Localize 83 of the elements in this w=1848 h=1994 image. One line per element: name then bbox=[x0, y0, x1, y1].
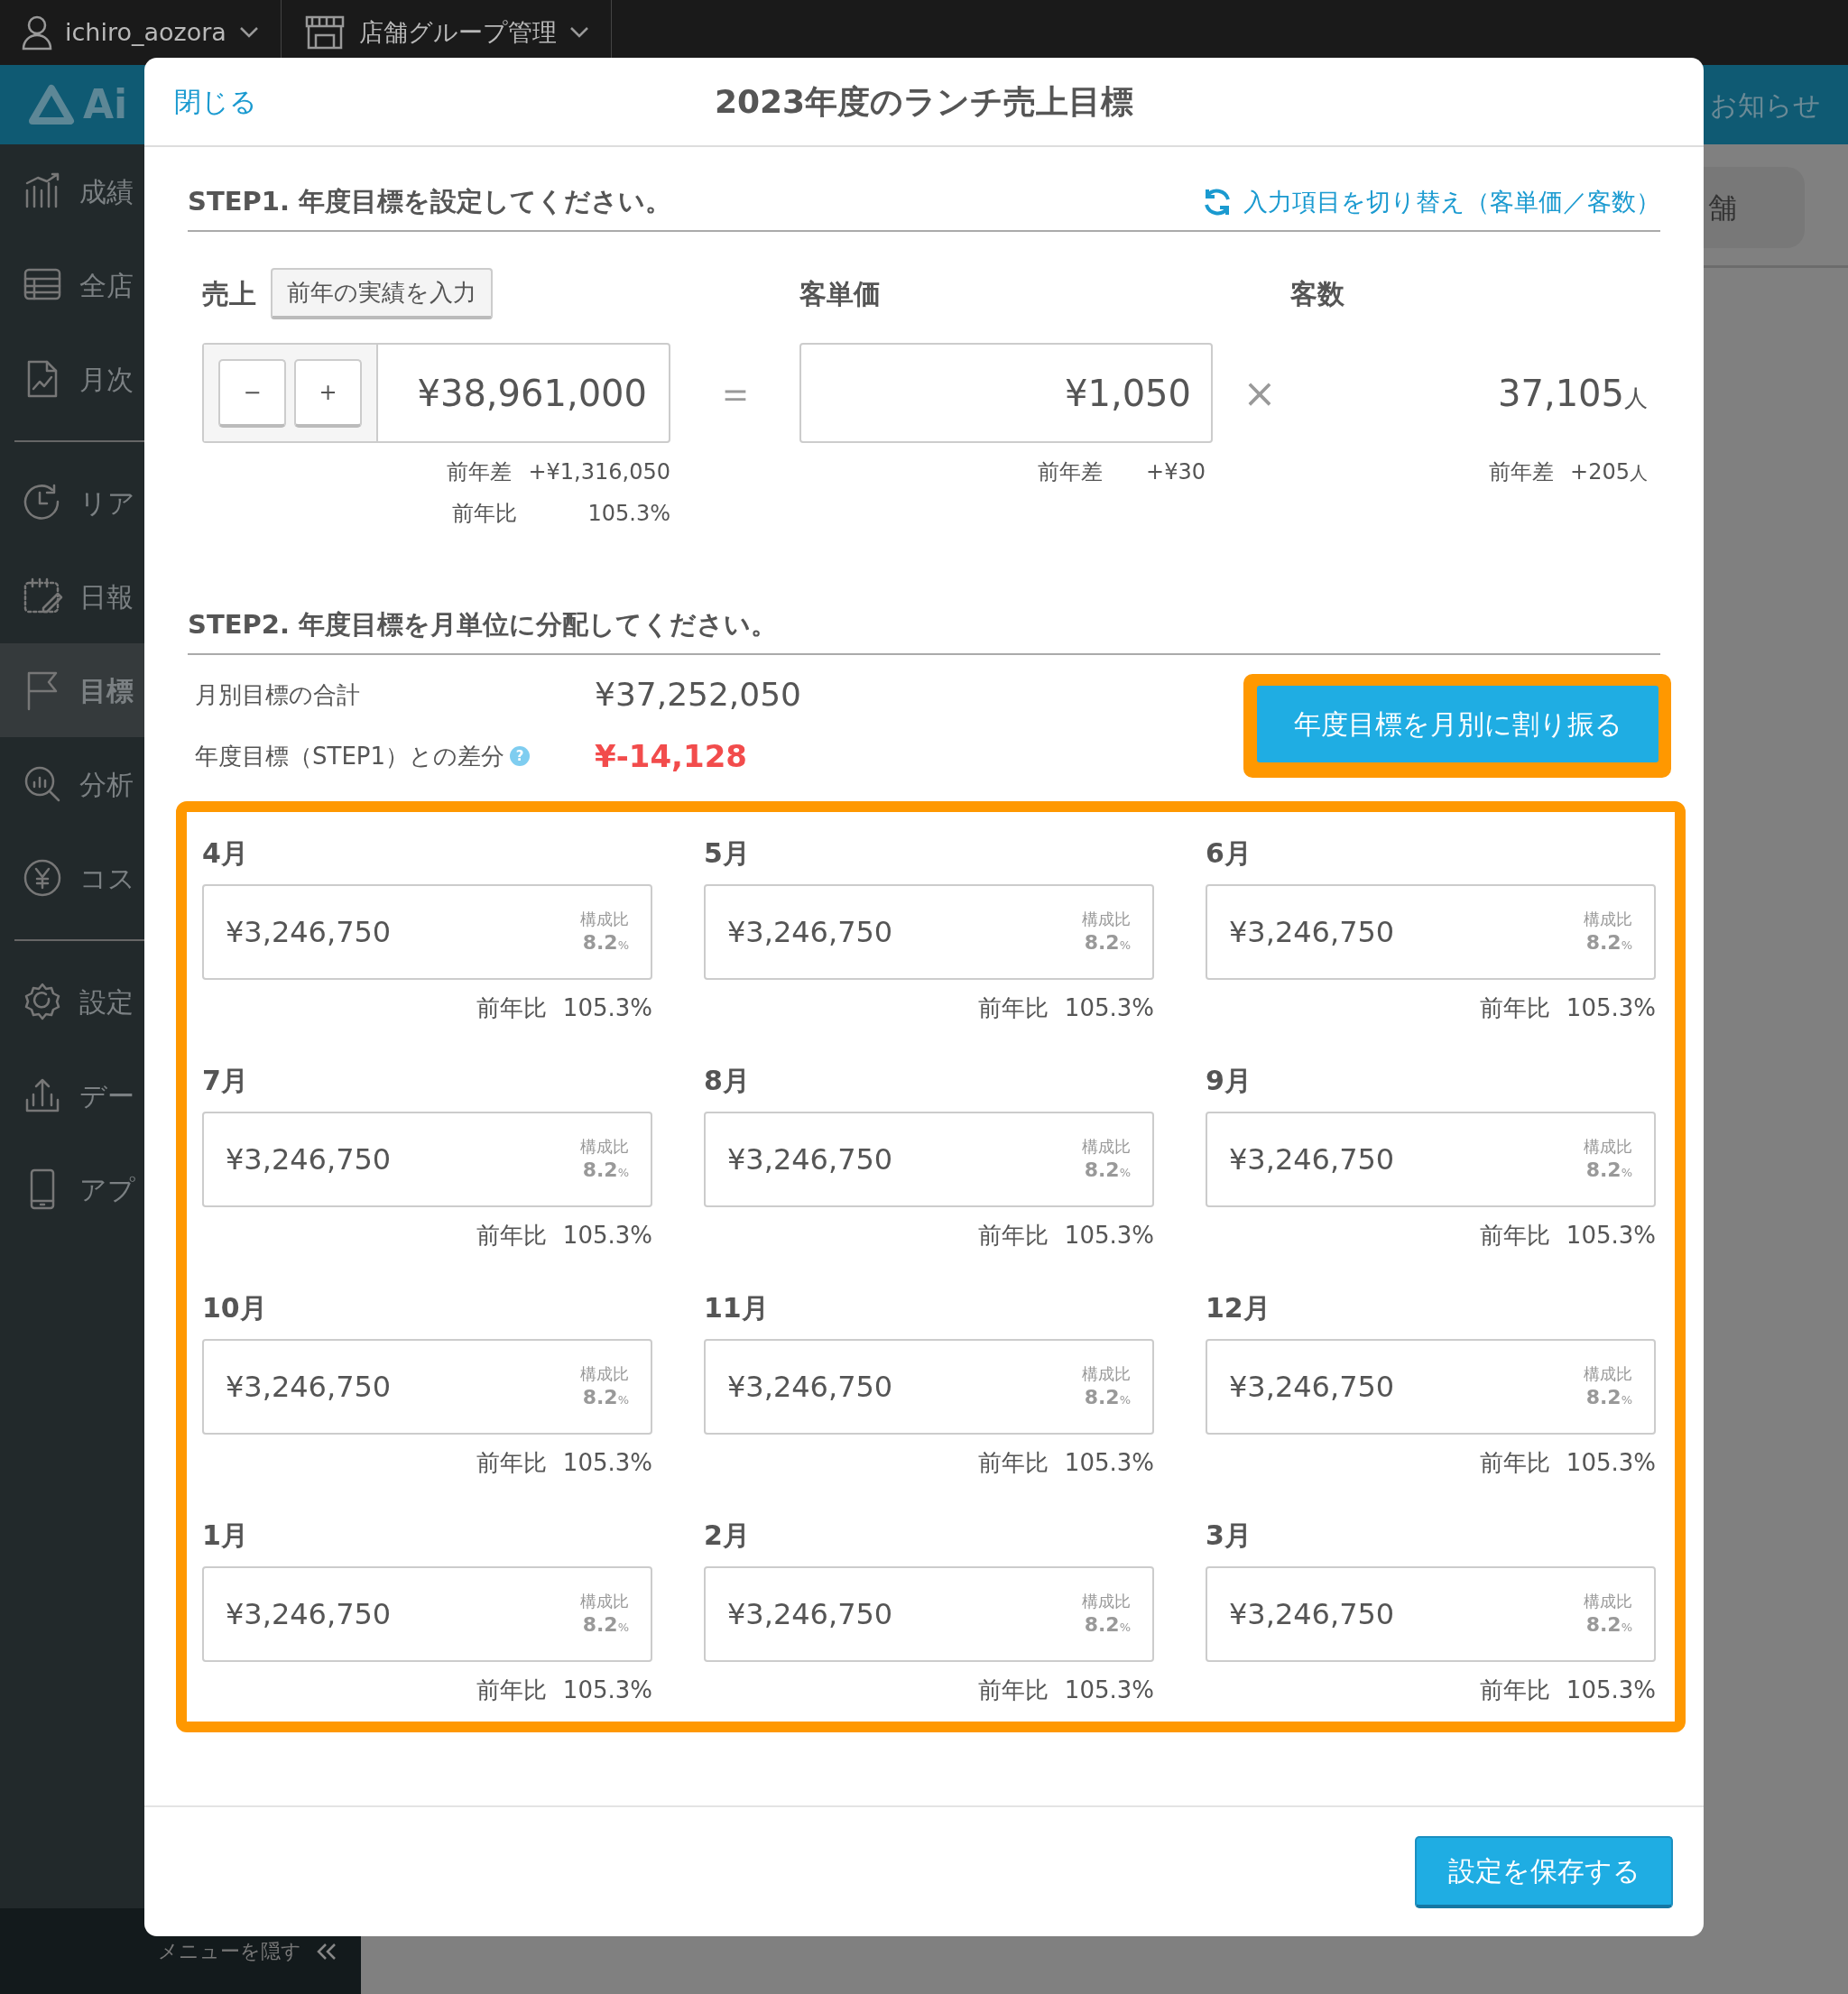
ratio-label: 前年比 bbox=[977, 1676, 1049, 1706]
month-label: 6月 bbox=[1206, 836, 1252, 872]
ratio-label: 前年比 bbox=[1479, 1448, 1550, 1479]
ratio-label: 前年比 bbox=[476, 1221, 547, 1251]
ratio-label: 前年比 bbox=[476, 1448, 547, 1479]
step-heading: STEP1. 年度目標を設定してください。 bbox=[188, 185, 672, 219]
ratio-label: 前年比 bbox=[1479, 1221, 1550, 1251]
month-label: 5月 bbox=[704, 836, 750, 872]
diff-value: +¥30 bbox=[1146, 458, 1206, 486]
month-label: 4月 bbox=[202, 836, 248, 872]
ratio-value: 105.3% bbox=[1566, 1676, 1656, 1706]
ratio-label: 前年比 bbox=[977, 1221, 1049, 1251]
share-value: 8.2% bbox=[1585, 929, 1632, 955]
share-value: 8.2% bbox=[582, 1611, 629, 1638]
difference-value: ¥-14,128 bbox=[595, 736, 747, 776]
share-label: 構成比 bbox=[1584, 909, 1632, 930]
customers-value: 37,105人 bbox=[1498, 371, 1648, 416]
ratio-label: 前年比 bbox=[977, 1448, 1049, 1479]
total-value: ¥37,252,050 bbox=[595, 675, 802, 715]
ratio-label: 前年比 bbox=[476, 993, 547, 1024]
difference-label: 年度目標（STEP1）との差分 bbox=[195, 741, 505, 771]
ratio-label: 前年比 bbox=[1479, 1676, 1550, 1706]
modal-title: 2023年度のランチ売上目標 bbox=[714, 81, 1134, 122]
month-label: 12月 bbox=[1206, 1291, 1270, 1326]
month-label: 11月 bbox=[704, 1291, 769, 1326]
ratio-label: 前年比 bbox=[1479, 993, 1550, 1024]
share-value: 8.2% bbox=[582, 1157, 629, 1183]
ratio-value: 105.3% bbox=[562, 993, 652, 1024]
month-label: 2月 bbox=[704, 1519, 750, 1554]
ratio-value: 105.3% bbox=[562, 1676, 652, 1706]
share-label: 構成比 bbox=[1082, 909, 1131, 930]
share-label: 構成比 bbox=[580, 1364, 629, 1385]
ratio-value: 105.3% bbox=[1064, 1448, 1154, 1479]
diff-label: 前年差 bbox=[1489, 458, 1555, 486]
ratio-value: 105.3% bbox=[562, 1448, 652, 1479]
share-value: 8.2% bbox=[1585, 1384, 1632, 1410]
month-label: 8月 bbox=[704, 1064, 750, 1099]
ratio-value: 105.3% bbox=[1064, 1676, 1154, 1706]
share-label: 構成比 bbox=[580, 909, 629, 930]
share-value: 8.2% bbox=[1084, 1611, 1131, 1638]
share-label: 構成比 bbox=[1082, 1364, 1131, 1385]
total-label: 月別目標の合計 bbox=[195, 679, 361, 710]
month-label: 3月 bbox=[1206, 1519, 1252, 1554]
diff-label: 前年差 bbox=[1038, 458, 1104, 486]
share-value: 8.2% bbox=[1084, 1384, 1131, 1410]
diff-label: 前年差 bbox=[447, 458, 513, 486]
ratio-value: 105.3% bbox=[1064, 1221, 1154, 1251]
share-value: 8.2% bbox=[582, 1384, 629, 1410]
step-heading: STEP2. 年度目標を月単位に分配してください。 bbox=[188, 608, 778, 642]
ratio-value: 105.3% bbox=[1064, 993, 1154, 1024]
month-label: 7月 bbox=[202, 1064, 248, 1099]
ratio-value: 105.3% bbox=[1566, 993, 1656, 1024]
share-label: 構成比 bbox=[1584, 1137, 1632, 1158]
share-value: 8.2% bbox=[1084, 929, 1131, 955]
share-value: 8.2% bbox=[1585, 1157, 1632, 1183]
diff-value: +¥1,316,050 bbox=[528, 458, 670, 486]
share-value: 8.2% bbox=[1585, 1611, 1632, 1638]
diff-value: +205人 bbox=[1570, 458, 1648, 486]
ratio-value: 105.3% bbox=[1566, 1221, 1656, 1251]
month-label: 9月 bbox=[1206, 1064, 1252, 1099]
share-label: 構成比 bbox=[1584, 1364, 1632, 1385]
share-label: 構成比 bbox=[1082, 1137, 1131, 1158]
share-value: 8.2% bbox=[1084, 1157, 1131, 1183]
ratio-value: 105.3% bbox=[587, 499, 670, 528]
share-label: 構成比 bbox=[1082, 1592, 1131, 1612]
share-value: 8.2% bbox=[582, 929, 629, 955]
month-label: 1月 bbox=[202, 1519, 248, 1554]
ratio-label: 前年比 bbox=[977, 993, 1049, 1024]
share-label: 構成比 bbox=[580, 1137, 629, 1158]
ratio-label: 前年比 bbox=[476, 1676, 547, 1706]
sales-label: 売上 bbox=[202, 277, 256, 311]
ratio-label: 前年比 bbox=[452, 499, 518, 528]
ratio-value: 105.3% bbox=[1566, 1448, 1656, 1479]
share-label: 構成比 bbox=[1584, 1592, 1632, 1612]
share-label: 構成比 bbox=[580, 1592, 629, 1612]
logo-text: Ai bbox=[83, 80, 128, 129]
times-sign: × bbox=[1243, 368, 1277, 418]
equals-sign: ＝ bbox=[715, 368, 755, 418]
customers-label: 客数 bbox=[1290, 277, 1345, 311]
unit-price-label: 客単価 bbox=[799, 277, 882, 311]
month-label: 10月 bbox=[202, 1291, 267, 1326]
ratio-value: 105.3% bbox=[562, 1221, 652, 1251]
sales-value: ¥38,961,000 bbox=[417, 371, 647, 416]
